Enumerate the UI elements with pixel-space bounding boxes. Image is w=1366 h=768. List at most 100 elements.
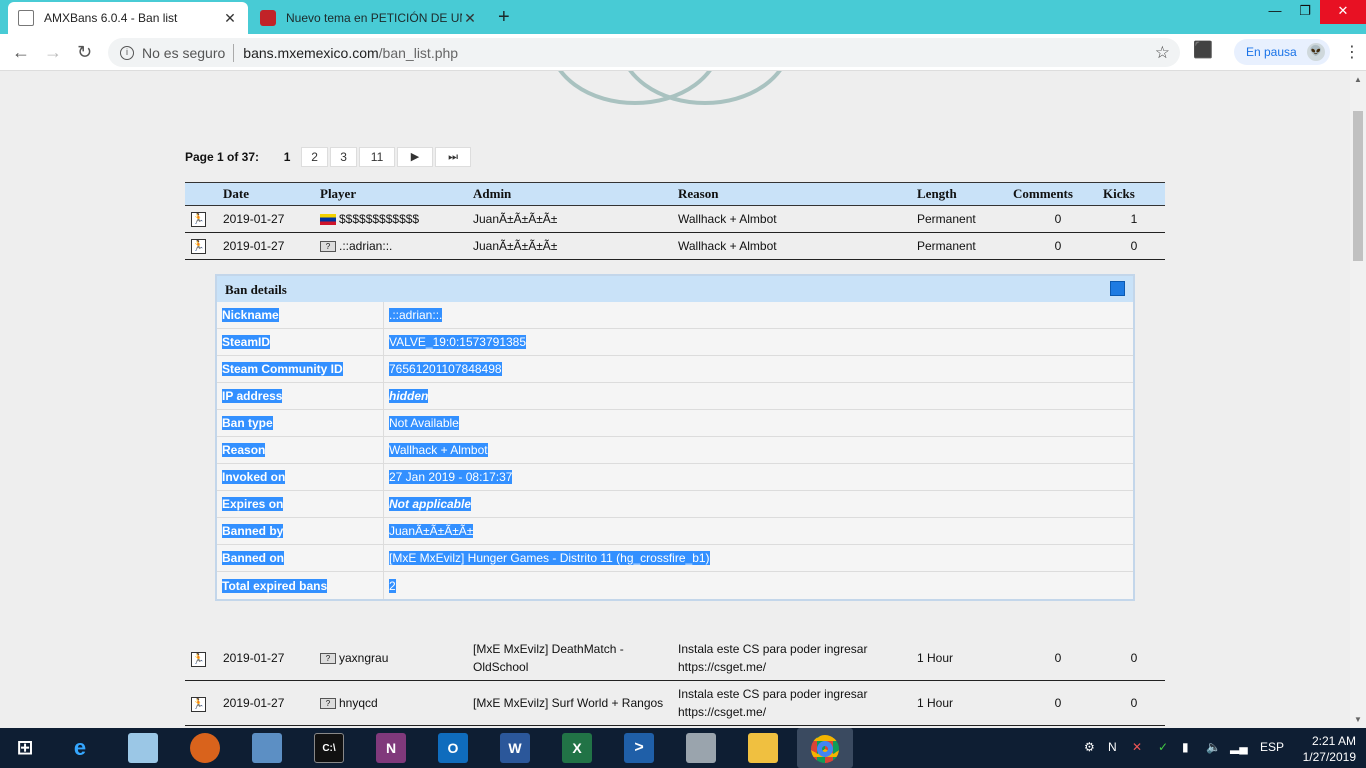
last-page-icon[interactable]: ⏭ xyxy=(435,147,472,167)
fruit-app-icon[interactable] xyxy=(190,733,220,763)
outlook-icon[interactable]: O xyxy=(438,733,468,763)
reason-cell: Wallhack + Almbot xyxy=(678,205,917,233)
detail-row: Banned on [MxE MxEvilz] Hunger Games - Di… xyxy=(217,545,1133,572)
address-bar[interactable]: i No es seguro bans.mxemexico.com/ban_li… xyxy=(108,38,1180,67)
chrome-taskbar-button[interactable] xyxy=(797,728,853,768)
detail-value: Not applicable xyxy=(389,497,472,511)
ban-details-panel: Ban details Nickname .::adrian::. SteamID V… xyxy=(215,274,1135,601)
volume-icon[interactable]: 🔈 xyxy=(1206,740,1221,754)
browser-toolbar: ← → ↻ i No es seguro bans.mxemexico.com /… xyxy=(0,34,1366,71)
detail-value: 76561201107848498 xyxy=(389,362,502,376)
admin-cell: [MxE MxEvilz] DeathMatch - OldSchool xyxy=(473,635,678,681)
bookmark-star-icon[interactable]: ☆ xyxy=(1155,43,1170,63)
scrollbar-thumb[interactable] xyxy=(1353,111,1363,261)
kicks-cell: 0 xyxy=(1103,635,1165,681)
player-cell: $$$$$$$$$$$$ xyxy=(320,205,473,233)
venezuela-flag-icon xyxy=(320,214,336,226)
date-cell: 2019-01-27 xyxy=(223,635,320,681)
player-name: .::adrian::. xyxy=(339,239,393,253)
tab-amxbans[interactable]: AMXBans 6.0.4 - Ban list ✕ xyxy=(8,2,248,34)
onenote-icon[interactable]: N xyxy=(376,733,406,763)
scroll-down-icon[interactable]: ▼ xyxy=(1354,715,1362,724)
amxbans-logo xyxy=(558,71,782,105)
steam-tray-icon[interactable]: ⚙ xyxy=(1084,740,1095,754)
detail-label: Nickname xyxy=(222,308,279,322)
close-tab-icon[interactable]: ✕ xyxy=(462,10,478,27)
comments-cell: 0 xyxy=(1013,205,1103,233)
table-row[interactable]: 🏃 2019-01-27 $$$$$$$$$$$$ JuanÃ±Ã±Ã±Ã± W… xyxy=(185,205,1165,233)
nvidia-tray-icon[interactable]: N xyxy=(1108,740,1117,754)
windows-start-icon[interactable]: ⊞ xyxy=(10,733,40,763)
detail-value: JuanÃ±Ã±Ã±Ã± xyxy=(389,524,474,538)
shield-icon xyxy=(260,10,276,26)
word-icon[interactable]: W xyxy=(500,733,530,763)
detail-label: Ban type xyxy=(222,416,273,430)
close-tab-icon[interactable]: ✕ xyxy=(222,10,238,27)
back-button[interactable]: ← xyxy=(12,42,30,63)
battery-icon[interactable]: ▮ xyxy=(1182,740,1189,754)
scroll-up-icon[interactable]: ▲ xyxy=(1354,75,1362,84)
network-icon[interactable]: ▂▄ xyxy=(1230,740,1248,754)
page-link-3[interactable]: 3 xyxy=(330,147,358,167)
table-row[interactable]: 🏃 2019-01-27 ? .::adrian::. JuanÃ±Ã±Ã±Ã± … xyxy=(185,232,1165,260)
clock-date: 1/27/2019 xyxy=(1302,750,1356,764)
internet-explorer-icon[interactable]: e xyxy=(65,733,95,763)
detail-value: VALVE_19:0:1573791385 xyxy=(389,335,527,349)
vertical-scrollbar[interactable]: ▲ ▼ xyxy=(1350,71,1366,728)
powershell-icon[interactable]: > xyxy=(624,733,654,763)
date-cell: 2019-01-27 xyxy=(223,205,320,233)
reason-cell: Instala este CS para poder ingresar http… xyxy=(678,680,917,726)
column-header: Admin xyxy=(473,182,678,206)
detail-row: Expires on Not applicable xyxy=(217,491,1133,518)
minimize-button[interactable]: — xyxy=(1260,0,1290,24)
ban-details-header: Ban details xyxy=(217,276,1133,302)
profile-button[interactable]: En pausa 👽 xyxy=(1234,39,1330,65)
info-icon[interactable]: i xyxy=(120,45,134,60)
player-cell: ? hnyqcd xyxy=(320,680,473,726)
tray-blocked-icon[interactable]: ✕ xyxy=(1132,740,1142,754)
detail-label: IP address xyxy=(222,389,283,403)
detail-row: SteamID VALVE_19:0:1573791385 xyxy=(217,329,1133,356)
excel-icon[interactable]: X xyxy=(562,733,592,763)
next-page-icon[interactable]: ▶ xyxy=(397,147,434,167)
current-page: 1 xyxy=(283,150,291,164)
forward-button[interactable]: → xyxy=(44,42,62,63)
table-row[interactable]: 🏃 2019-01-27 ? hnyqcd [MxE MxEvilz] Surf … xyxy=(185,680,1165,726)
column-header: Reason xyxy=(678,182,917,206)
detail-row: Total expired bans 2 xyxy=(217,572,1133,599)
comments-cell: 0 xyxy=(1013,232,1103,260)
notepad-icon[interactable] xyxy=(128,733,158,763)
admin-cell: [MxE MxEvilz] Surf World + Rangos xyxy=(473,680,678,726)
column-header: Kicks xyxy=(1103,182,1165,206)
chrome-icon xyxy=(811,735,839,764)
tray-check-icon[interactable]: ✓ xyxy=(1158,740,1168,754)
language-indicator[interactable]: ESP xyxy=(1260,740,1284,754)
page-link-11[interactable]: 11 xyxy=(359,147,396,167)
restore-button[interactable]: ❐ xyxy=(1290,0,1320,24)
tab-title: Nuevo tema en PETICIÓN DE UN xyxy=(286,11,462,25)
comments-cell: 0 xyxy=(1013,680,1103,726)
window-controls: — ❐ ✕ xyxy=(1260,0,1366,24)
close-window-button[interactable]: ✕ xyxy=(1320,0,1366,24)
cast-icon[interactable]: ⬛ xyxy=(1193,40,1213,60)
security-label: No es seguro xyxy=(142,44,226,61)
tab-title: AMXBans 6.0.4 - Ban list xyxy=(44,11,178,25)
file-explorer-icon[interactable] xyxy=(748,733,778,763)
collapse-button[interactable] xyxy=(1110,281,1125,296)
detail-value: [MxE MxEvilz] Hunger Games - Distrito 11… xyxy=(389,551,710,565)
reload-button[interactable]: ↻ xyxy=(77,42,92,63)
column-header: Comments xyxy=(1013,182,1103,206)
clock[interactable]: 2:21 AM 1/27/2019 xyxy=(1303,733,1356,765)
length-cell: 1 Hour xyxy=(917,680,1013,726)
page-link-2[interactable]: 2 xyxy=(301,147,329,167)
cmd-icon[interactable]: C:\ xyxy=(314,733,344,763)
control-panel-icon[interactable] xyxy=(252,733,282,763)
date-cell: 2019-01-27 xyxy=(223,232,320,260)
new-tab-button[interactable]: + xyxy=(498,6,510,29)
calculator-icon[interactable] xyxy=(686,733,716,763)
detail-label: Expires on xyxy=(222,497,284,511)
menu-icon[interactable]: ⋮ xyxy=(1344,42,1360,62)
table-row[interactable]: 🏃 2019-01-27 ? yaxngrau [MxE MxEvilz] Dea… xyxy=(185,635,1165,681)
tab-forum[interactable]: Nuevo tema en PETICIÓN DE UN ✕ xyxy=(250,2,488,34)
detail-label: Steam Community ID xyxy=(222,362,343,376)
